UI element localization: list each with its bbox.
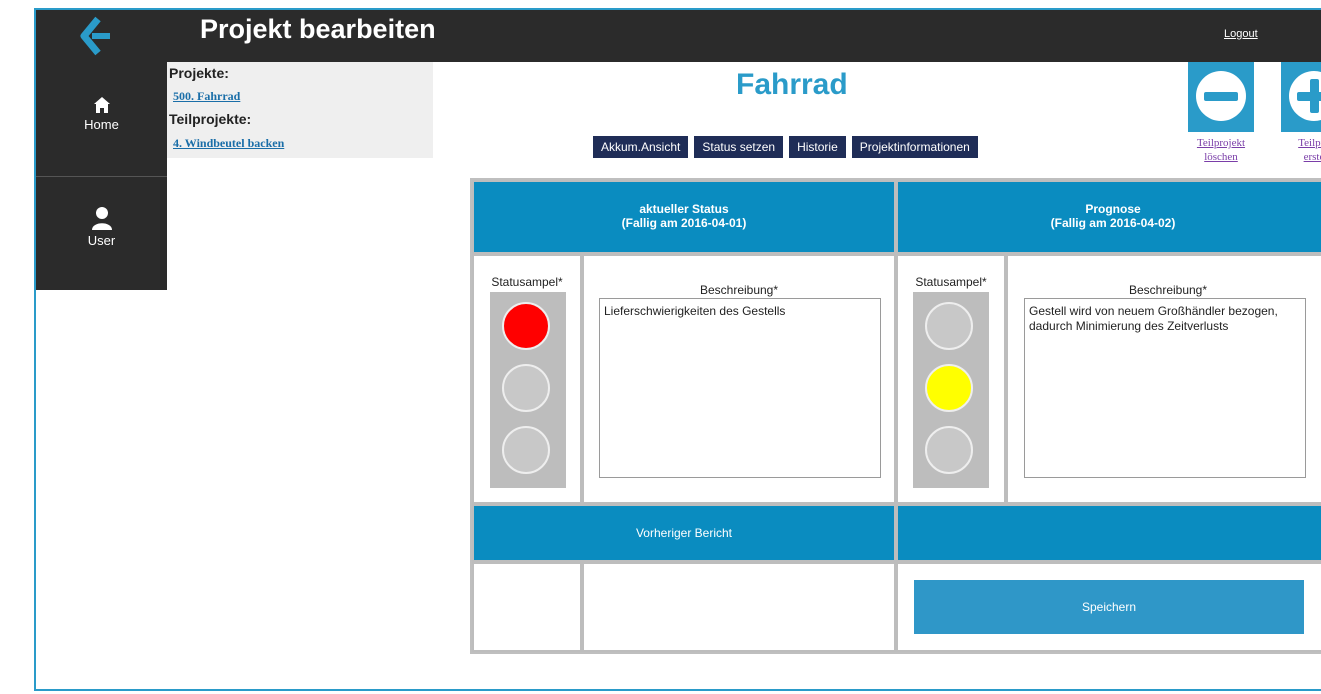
current-description-field[interactable]: Lieferschwierigkeiten des Gestells bbox=[599, 298, 881, 478]
tab-projektinformationen[interactable]: Projektinformationen bbox=[851, 136, 978, 158]
green-lamp[interactable] bbox=[502, 426, 550, 474]
forecast-footer-header bbox=[898, 506, 1321, 560]
tab-status-setzen[interactable]: Status setzen bbox=[694, 136, 784, 158]
yellow-lamp[interactable] bbox=[502, 364, 550, 412]
logo-icon bbox=[80, 16, 110, 56]
sidebar-item-home[interactable]: Home bbox=[36, 96, 167, 132]
project-nav: Akkum.Ansicht Status setzen Historie Pro… bbox=[593, 136, 978, 158]
top-bar: Projekt bearbeiten Logout bbox=[36, 10, 1321, 62]
statusampel-label: Statusampel* bbox=[491, 275, 563, 289]
current-desc-cell: Beschreibung* Lieferschwierigkeiten des … bbox=[584, 256, 894, 502]
sidebar: Home User bbox=[36, 62, 167, 290]
forecast-desc-cell: Beschreibung* Gestell wird von neuem Gro… bbox=[1008, 256, 1321, 502]
save-button[interactable]: Speichern bbox=[914, 580, 1304, 634]
page-title: Projekt bearbeiten bbox=[200, 14, 436, 44]
subprojects-heading: Teilprojekte: bbox=[169, 111, 252, 127]
red-lamp[interactable] bbox=[502, 302, 550, 350]
plus-icon bbox=[1289, 71, 1321, 121]
home-icon bbox=[93, 97, 110, 113]
current-status-header: aktueller Status (Fallig am 2016-04-01) bbox=[474, 182, 894, 252]
status-grid: aktueller Status (Fallig am 2016-04-01) … bbox=[470, 178, 1321, 654]
minus-icon bbox=[1196, 71, 1246, 121]
green-lamp[interactable] bbox=[925, 426, 973, 474]
statusampel-label: Statusampel* bbox=[915, 275, 987, 289]
beschreibung-label: Beschreibung* bbox=[699, 283, 779, 297]
sidebar-item-label: User bbox=[87, 233, 116, 248]
red-lamp[interactable] bbox=[925, 302, 973, 350]
delete-subproject-label[interactable]: Teilprojekt löschen bbox=[1186, 136, 1256, 164]
forecast-description-field[interactable]: Gestell wird von neuem Großhändler bezog… bbox=[1024, 298, 1306, 478]
save-cell: Speichern bbox=[898, 564, 1321, 650]
previous-light-cell bbox=[474, 564, 580, 650]
sidebar-divider bbox=[36, 176, 167, 177]
projects-heading: Projekte: bbox=[169, 65, 229, 81]
app-window: Projekt bearbeiten Logout Home User Proj… bbox=[34, 8, 1321, 691]
sidebar-item-user[interactable]: User bbox=[36, 206, 167, 248]
forecast-header: Prognose (Fallig am 2016-04-02) bbox=[898, 182, 1321, 252]
minus-button[interactable] bbox=[1188, 62, 1254, 132]
create-subproject-action[interactable]: Teilproerste bbox=[1279, 62, 1321, 164]
beschreibung-label: Beschreibung* bbox=[1128, 283, 1208, 297]
current-light-cell: Statusampel* bbox=[474, 256, 580, 502]
user-icon bbox=[91, 207, 112, 230]
forecast-light-cell: Statusampel* bbox=[898, 256, 1004, 502]
delete-subproject-action[interactable]: Teilprojekt löschen bbox=[1186, 62, 1256, 164]
current-traffic-light[interactable] bbox=[490, 292, 566, 488]
tab-akkum-ansicht[interactable]: Akkum.Ansicht bbox=[593, 136, 689, 158]
forecast-traffic-light[interactable] bbox=[913, 292, 989, 488]
sidebar-item-label: Home bbox=[84, 117, 119, 132]
create-subproject-label[interactable]: Teilproerste bbox=[1279, 136, 1321, 164]
subproject-link[interactable]: 4. Windbeutel backen bbox=[173, 136, 284, 151]
project-link[interactable]: 500. Fahrrad bbox=[173, 89, 240, 104]
project-tree-panel: Projekte: 500. Fahrrad Teilprojekte: 4. … bbox=[167, 62, 433, 158]
previous-report-header[interactable]: Vorheriger Bericht bbox=[474, 506, 894, 560]
previous-desc-cell bbox=[584, 564, 894, 650]
tab-historie[interactable]: Historie bbox=[789, 136, 846, 158]
plus-button[interactable] bbox=[1281, 62, 1321, 132]
logout-link[interactable]: Logout bbox=[1224, 28, 1258, 40]
yellow-lamp[interactable] bbox=[925, 364, 973, 412]
project-name: Fahrrad bbox=[736, 68, 848, 101]
